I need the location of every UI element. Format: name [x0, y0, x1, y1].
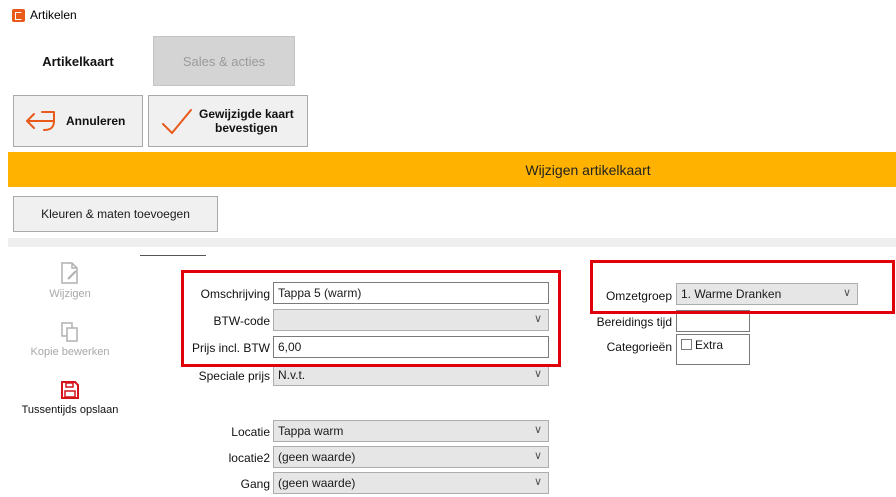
confirm-changes-button[interactable]: Gewijzigde kaart bevestigen: [148, 95, 308, 147]
omzetgroep-label: Omzetgroep: [605, 289, 672, 303]
bereidingstijd-input[interactable]: [676, 310, 750, 332]
section-divider: [8, 238, 896, 247]
title-bar: Artikelen: [0, 0, 896, 30]
window-title: Artikelen: [30, 8, 77, 22]
extra-checkbox-label: Extra: [695, 338, 724, 352]
gang-label: Gang: [240, 477, 270, 491]
extra-checkbox[interactable]: [681, 339, 692, 350]
arrow-back-icon: [26, 111, 55, 131]
omschrijving-input[interactable]: Tappa 5 (warm): [273, 282, 549, 304]
cancel-button[interactable]: Annuleren: [13, 95, 143, 147]
gang-select[interactable]: (geen waarde): [273, 472, 549, 494]
btw-code-select[interactable]: [273, 309, 549, 331]
locatie-label: Locatie: [231, 425, 270, 439]
add-colors-sizes-button[interactable]: Kleuren & maten toevoegen: [13, 196, 218, 232]
copy-icon: [61, 322, 78, 342]
confirm-button-label: Gewijzigde kaart bevestigen: [199, 107, 294, 135]
prijs-label: Prijs incl. BTW: [192, 341, 270, 355]
edit-action[interactable]: Wijzigen: [0, 262, 140, 300]
tab-rule: [140, 255, 206, 256]
speciale-prijs-select[interactable]: N.v.t.: [273, 364, 549, 386]
bereidingstijd-label: Bereidings tijd: [596, 315, 672, 329]
chevron-down-icon: [534, 475, 542, 488]
prijs-input[interactable]: 6,00: [273, 336, 549, 358]
checkmark-icon: [162, 109, 192, 134]
tab-sales-acties[interactable]: Sales & acties: [153, 36, 295, 86]
categorieen-list: Extra: [676, 334, 750, 365]
speciale-prijs-label: Speciale prijs: [198, 369, 270, 383]
chevron-down-icon: [534, 367, 542, 380]
tab-artikelkaart[interactable]: Artikelkaart: [18, 36, 138, 86]
interim-save-action-label: Tussentijds opslaan: [21, 404, 119, 416]
locatie2-label: locatie2: [228, 451, 270, 465]
document-edit-icon: [61, 262, 78, 284]
cancel-button-label: Annuleren: [66, 114, 126, 128]
locatie2-select[interactable]: (geen waarde): [273, 446, 549, 468]
chevron-down-icon: [534, 423, 542, 436]
app-logo-icon: [12, 8, 25, 22]
save-icon: [61, 381, 79, 399]
chevron-down-icon: [843, 286, 851, 299]
copy-edit-action-label: Kopie bewerken: [30, 346, 110, 358]
chevron-down-icon: [534, 449, 542, 462]
btw-code-label: BTW-code: [213, 314, 270, 328]
chevron-down-icon: [534, 312, 542, 325]
categorieen-label: Categorieën: [606, 340, 672, 354]
omschrijving-label: Omschrijving: [200, 287, 270, 301]
omzetgroep-select[interactable]: 1. Warme Dranken: [676, 283, 858, 305]
copy-edit-action[interactable]: Kopie bewerken: [0, 322, 140, 358]
edit-action-label: Wijzigen: [49, 288, 91, 300]
locatie-select[interactable]: Tappa warm: [273, 420, 549, 442]
interim-save-action[interactable]: Tussentijds opslaan: [0, 380, 140, 416]
page-banner: Wijzigen artikelkaart: [8, 152, 896, 187]
